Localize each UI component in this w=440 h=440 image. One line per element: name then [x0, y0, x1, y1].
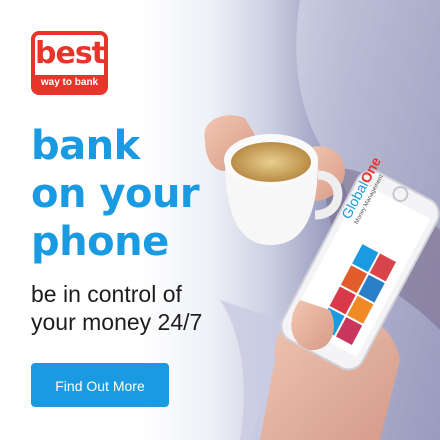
brand-logo[interactable]: best way to bank: [31, 31, 108, 95]
logo-tagline: way to bank: [35, 75, 104, 91]
subhead-line-2: your money 24/7: [31, 309, 203, 335]
headline-line-2: on your: [31, 171, 200, 217]
logo-word: best: [35, 36, 106, 71]
headline: bank on your phone: [31, 122, 291, 266]
find-out-more-button[interactable]: Find Out More: [31, 363, 169, 407]
subheadline: be in control of your money 24/7: [31, 280, 271, 336]
headline-line-3: phone: [31, 219, 169, 265]
subhead-line-1: be in control of: [31, 281, 182, 307]
headline-line-1: bank: [31, 123, 140, 169]
banner-ad[interactable]: GlobalOne Money Management best way to b…: [0, 0, 440, 440]
